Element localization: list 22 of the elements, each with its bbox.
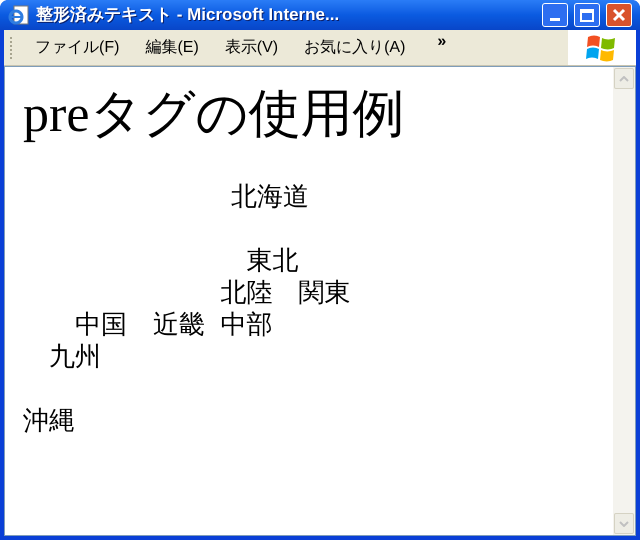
grip-icon	[10, 36, 13, 58]
windows-logo-icon	[586, 32, 618, 62]
menu-item[interactable]: お気に入り(A)	[304, 36, 406, 60]
menu-item[interactable]: 表示(V)	[224, 36, 278, 60]
menu-overflow-button[interactable]: »	[437, 34, 446, 50]
preformatted-line: 九州	[48, 341, 101, 373]
preformatted-line: 東北	[246, 245, 299, 277]
menu-item[interactable]: ファイル(F)	[35, 36, 120, 60]
close-icon	[612, 8, 626, 22]
window-title: 整形済みテキスト - Microsoft Interne...	[36, 4, 340, 26]
preformatted-line: 中国 近畿 中部	[74, 309, 273, 341]
maximize-icon	[580, 8, 594, 22]
preformatted-line: 北陸 関東	[220, 277, 351, 309]
minimize-button[interactable]	[542, 3, 568, 27]
maximize-button[interactable]	[574, 3, 600, 27]
close-button[interactable]	[606, 3, 632, 27]
page-icon	[8, 4, 30, 26]
page-heading: preタグの使用例	[23, 89, 406, 141]
menu-item[interactable]: 編集(E)	[145, 36, 199, 60]
minimize-icon	[550, 18, 560, 21]
preformatted-line: 北海道	[230, 181, 309, 213]
preformatted-line: 沖縄	[23, 405, 75, 437]
